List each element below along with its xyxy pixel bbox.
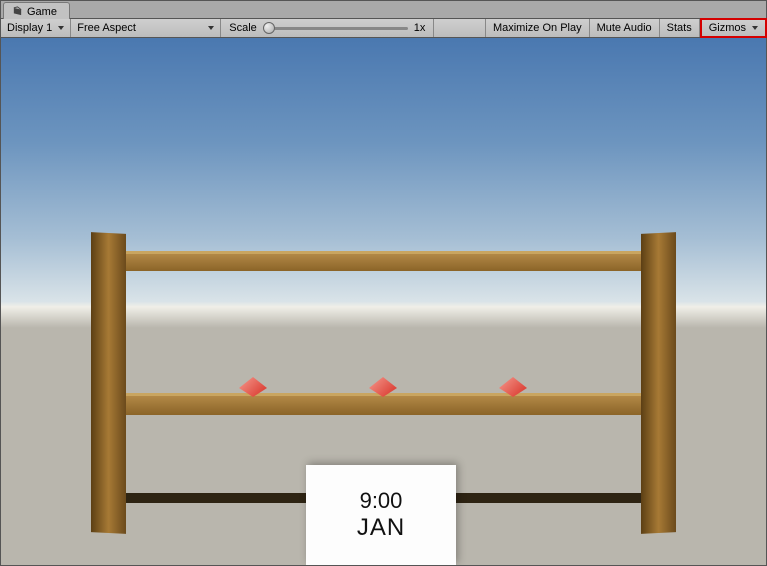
scale-value: 1x [414, 22, 426, 34]
card-month: JAN [357, 514, 405, 542]
shelf-top-plank [116, 251, 651, 271]
toolbar-spacer [434, 19, 486, 37]
chevron-down-icon [58, 26, 64, 30]
tab-game[interactable]: Game [3, 2, 70, 19]
scene-card: 9:00 JAN [306, 465, 456, 565]
aspect-label: Free Aspect [77, 22, 136, 34]
shelf-side-right [641, 232, 676, 534]
game-toolbar: Display 1 Free Aspect Scale 1x Maximize … [1, 19, 766, 38]
gizmos-label: Gizmos [709, 22, 746, 34]
scale-label: Scale [229, 22, 257, 34]
shelf-side-left [91, 232, 126, 534]
card-time: 9:00 [360, 488, 403, 514]
display-dropdown[interactable]: Display 1 [1, 19, 71, 37]
tab-label: Game [27, 6, 57, 18]
display-label: Display 1 [7, 22, 52, 34]
stats-label: Stats [667, 22, 692, 34]
aspect-dropdown[interactable]: Free Aspect [71, 19, 221, 37]
gizmos-dropdown[interactable]: Gizmos [700, 18, 767, 38]
mute-audio-button[interactable]: Mute Audio [590, 19, 660, 37]
game-icon [12, 6, 23, 17]
maximize-label: Maximize On Play [493, 22, 582, 34]
chevron-down-icon [208, 26, 214, 30]
chevron-down-icon [752, 26, 758, 30]
game-viewport: 9:00 JAN [1, 38, 766, 565]
scale-control: Scale 1x [221, 19, 434, 37]
maximize-on-play-button[interactable]: Maximize On Play [486, 19, 590, 37]
mute-label: Mute Audio [597, 22, 652, 34]
stats-button[interactable]: Stats [660, 19, 700, 37]
scale-slider[interactable] [263, 27, 408, 30]
tab-row: Game [1, 1, 766, 19]
slider-thumb[interactable] [263, 22, 275, 34]
